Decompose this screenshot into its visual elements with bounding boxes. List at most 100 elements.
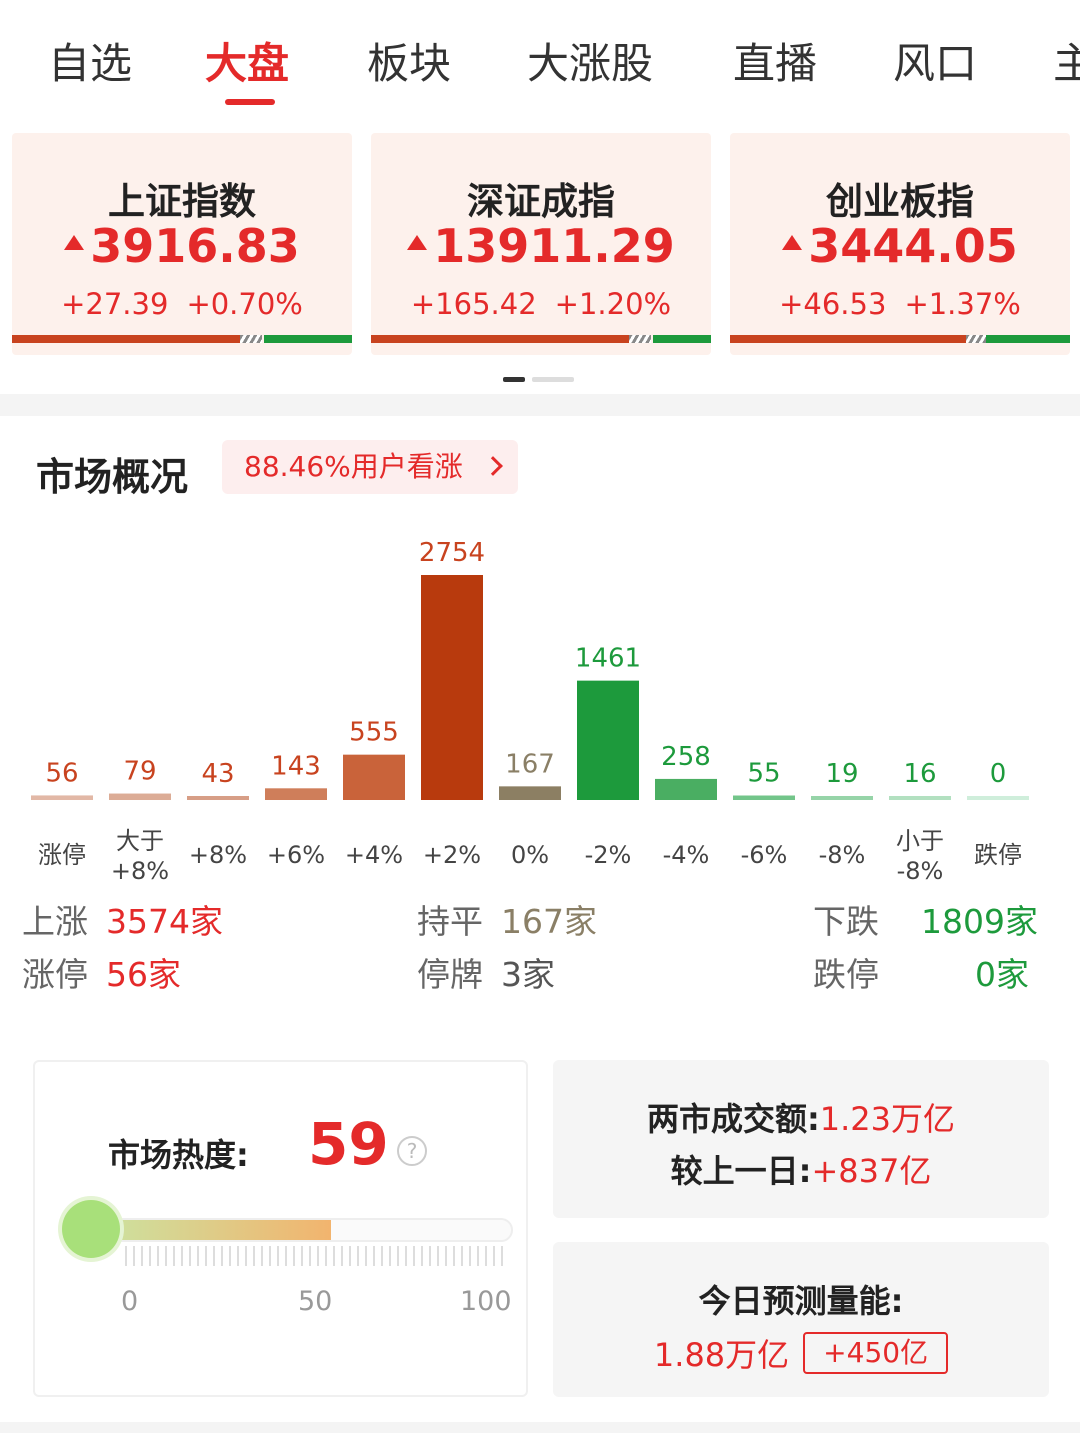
- chevron-right-icon: [483, 456, 503, 476]
- up-arrow-icon: [64, 235, 85, 250]
- category-label: +2%: [423, 841, 481, 869]
- help-icon[interactable]: ?: [397, 1136, 427, 1166]
- bar-value-label: 55: [747, 759, 780, 789]
- pager-dot: [532, 377, 574, 382]
- category-label: +4%: [345, 841, 403, 869]
- bar-value-label: 43: [201, 759, 234, 789]
- heat-label: 市场热度:: [108, 1136, 249, 1174]
- sentiment-text: 88.46%用户看涨: [244, 450, 463, 483]
- turnover-value: 1.23万亿: [819, 1100, 956, 1138]
- bar-11: [889, 796, 951, 800]
- tab-market[interactable]: 大盘: [205, 30, 289, 91]
- section-divider: [0, 394, 1080, 416]
- bar-6: [499, 786, 561, 800]
- bar-value-label: 2754: [419, 538, 485, 568]
- bar-value-label: 0: [990, 759, 1007, 789]
- bar-value-label: 143: [271, 751, 321, 781]
- heat-gauge-track: [70, 1218, 513, 1242]
- turnover-compare-label: 较上一日:: [670, 1152, 812, 1190]
- breadth-bar: [12, 335, 352, 343]
- tab-big-gainers[interactable]: 大涨股: [527, 30, 653, 91]
- pager-dot-active: [503, 377, 525, 382]
- index-change: +165.42: [410, 287, 537, 321]
- bar-value-label: 16: [903, 759, 936, 789]
- heat-value: 59: [308, 1110, 389, 1178]
- category-label: +8%: [189, 841, 247, 869]
- distribution-chart: 56涨停79大于+8%43+8%143+6%555+4%2754+2%1670%…: [31, 538, 1029, 885]
- section-title: 市场概况: [36, 455, 189, 499]
- bar-9: [733, 795, 795, 800]
- stat-suspended: 停牌 3家: [417, 955, 555, 994]
- stat-down: 下跌 1809家: [813, 902, 1038, 941]
- category-label: -2%: [585, 841, 632, 869]
- tab-live[interactable]: 直播: [733, 30, 817, 91]
- index-change: +46.53: [779, 287, 887, 321]
- heat-axis-max: 100: [460, 1286, 512, 1317]
- top-tab-bar: 自选 大盘 板块 大涨股 直播 风口 主: [0, 0, 1080, 110]
- stat-up: 上涨 3574家: [22, 902, 223, 941]
- category-label: 跌停: [974, 841, 1022, 869]
- forecast-badge: +450亿: [803, 1332, 949, 1374]
- index-card-shenzhen[interactable]: 深证成指 13911.29 +165.42 +1.20%: [371, 133, 711, 355]
- category-label: 大于: [116, 827, 164, 855]
- turnover-card[interactable]: 两市成交额:1.23万亿 较上一日:+837亿: [553, 1060, 1049, 1218]
- index-value: 3916.83: [90, 219, 300, 273]
- bar-value-label: 555: [349, 718, 399, 748]
- forecast-card[interactable]: 今日预测量能: 1.88万亿 +450亿: [553, 1242, 1049, 1397]
- bar-8: [655, 778, 717, 800]
- tab-sectors[interactable]: 板块: [367, 30, 451, 91]
- category-label: -8%: [819, 841, 866, 869]
- index-value: 3444.05: [808, 219, 1018, 273]
- index-name: 深证成指: [467, 180, 615, 223]
- bottom-divider: [0, 1422, 1080, 1433]
- stat-limit-up: 涨停 56家: [22, 955, 181, 994]
- bar-10: [811, 796, 873, 800]
- stat-flat: 持平 167家: [417, 902, 597, 941]
- category-label: 小于: [896, 827, 944, 855]
- stat-limit-down: 跌停 0家: [813, 955, 1029, 994]
- index-change-pct: +1.37%: [904, 287, 1021, 321]
- category-label: -6%: [741, 841, 788, 869]
- breadth-bar: [371, 335, 711, 343]
- bar-value-label: 19: [825, 759, 858, 789]
- bar-value-label: 56: [45, 758, 78, 788]
- forecast-value: 1.88万亿: [653, 1336, 790, 1374]
- bar-3: [265, 788, 327, 800]
- up-arrow-icon: [407, 235, 428, 250]
- heat-axis-min: 0: [121, 1286, 139, 1317]
- tab-watchlist[interactable]: 自选: [48, 30, 132, 91]
- sentiment-link[interactable]: 88.46%用户看涨: [222, 440, 518, 494]
- bar-5: [421, 575, 483, 800]
- bar-4: [343, 754, 405, 800]
- index-card-shanghai[interactable]: 上证指数 3916.83 +27.39 +0.70%: [12, 133, 352, 355]
- category-label: +6%: [267, 841, 325, 869]
- turnover-compare-value: +837亿: [811, 1152, 932, 1190]
- bar-7: [577, 680, 639, 800]
- up-arrow-icon: [782, 235, 803, 250]
- bar-12: [967, 796, 1029, 800]
- bar-0: [31, 795, 93, 800]
- category-label: 0%: [511, 841, 549, 869]
- index-change-pct: +1.20%: [554, 287, 672, 321]
- heat-axis-mid: 50: [298, 1286, 333, 1317]
- forecast-label: 今日预测量能:: [698, 1282, 904, 1320]
- category-label: -8%: [897, 857, 944, 885]
- index-card-chinext[interactable]: 创业板指 3444.05 +46.53 +1.37%: [730, 133, 1070, 355]
- index-name: 上证指数: [108, 180, 256, 223]
- breadth-bar: [730, 335, 1070, 343]
- tab-more[interactable]: 主: [1053, 30, 1080, 91]
- index-value: 13911.29: [433, 219, 675, 273]
- tab-trends[interactable]: 风口: [893, 30, 977, 91]
- index-change-pct: +0.70%: [186, 287, 303, 321]
- bar-value-label: 167: [505, 749, 555, 779]
- active-tab-indicator: [225, 99, 275, 105]
- heat-gauge-knob: [62, 1200, 120, 1258]
- bar-value-label: 79: [123, 757, 156, 787]
- bar-2: [187, 796, 249, 800]
- category-label: -4%: [663, 841, 710, 869]
- index-change: +27.39: [61, 287, 169, 321]
- turnover-label: 两市成交额:: [646, 1100, 820, 1138]
- category-label: +8%: [111, 857, 169, 885]
- bar-value-label: 258: [661, 742, 711, 772]
- bar-1: [109, 793, 171, 800]
